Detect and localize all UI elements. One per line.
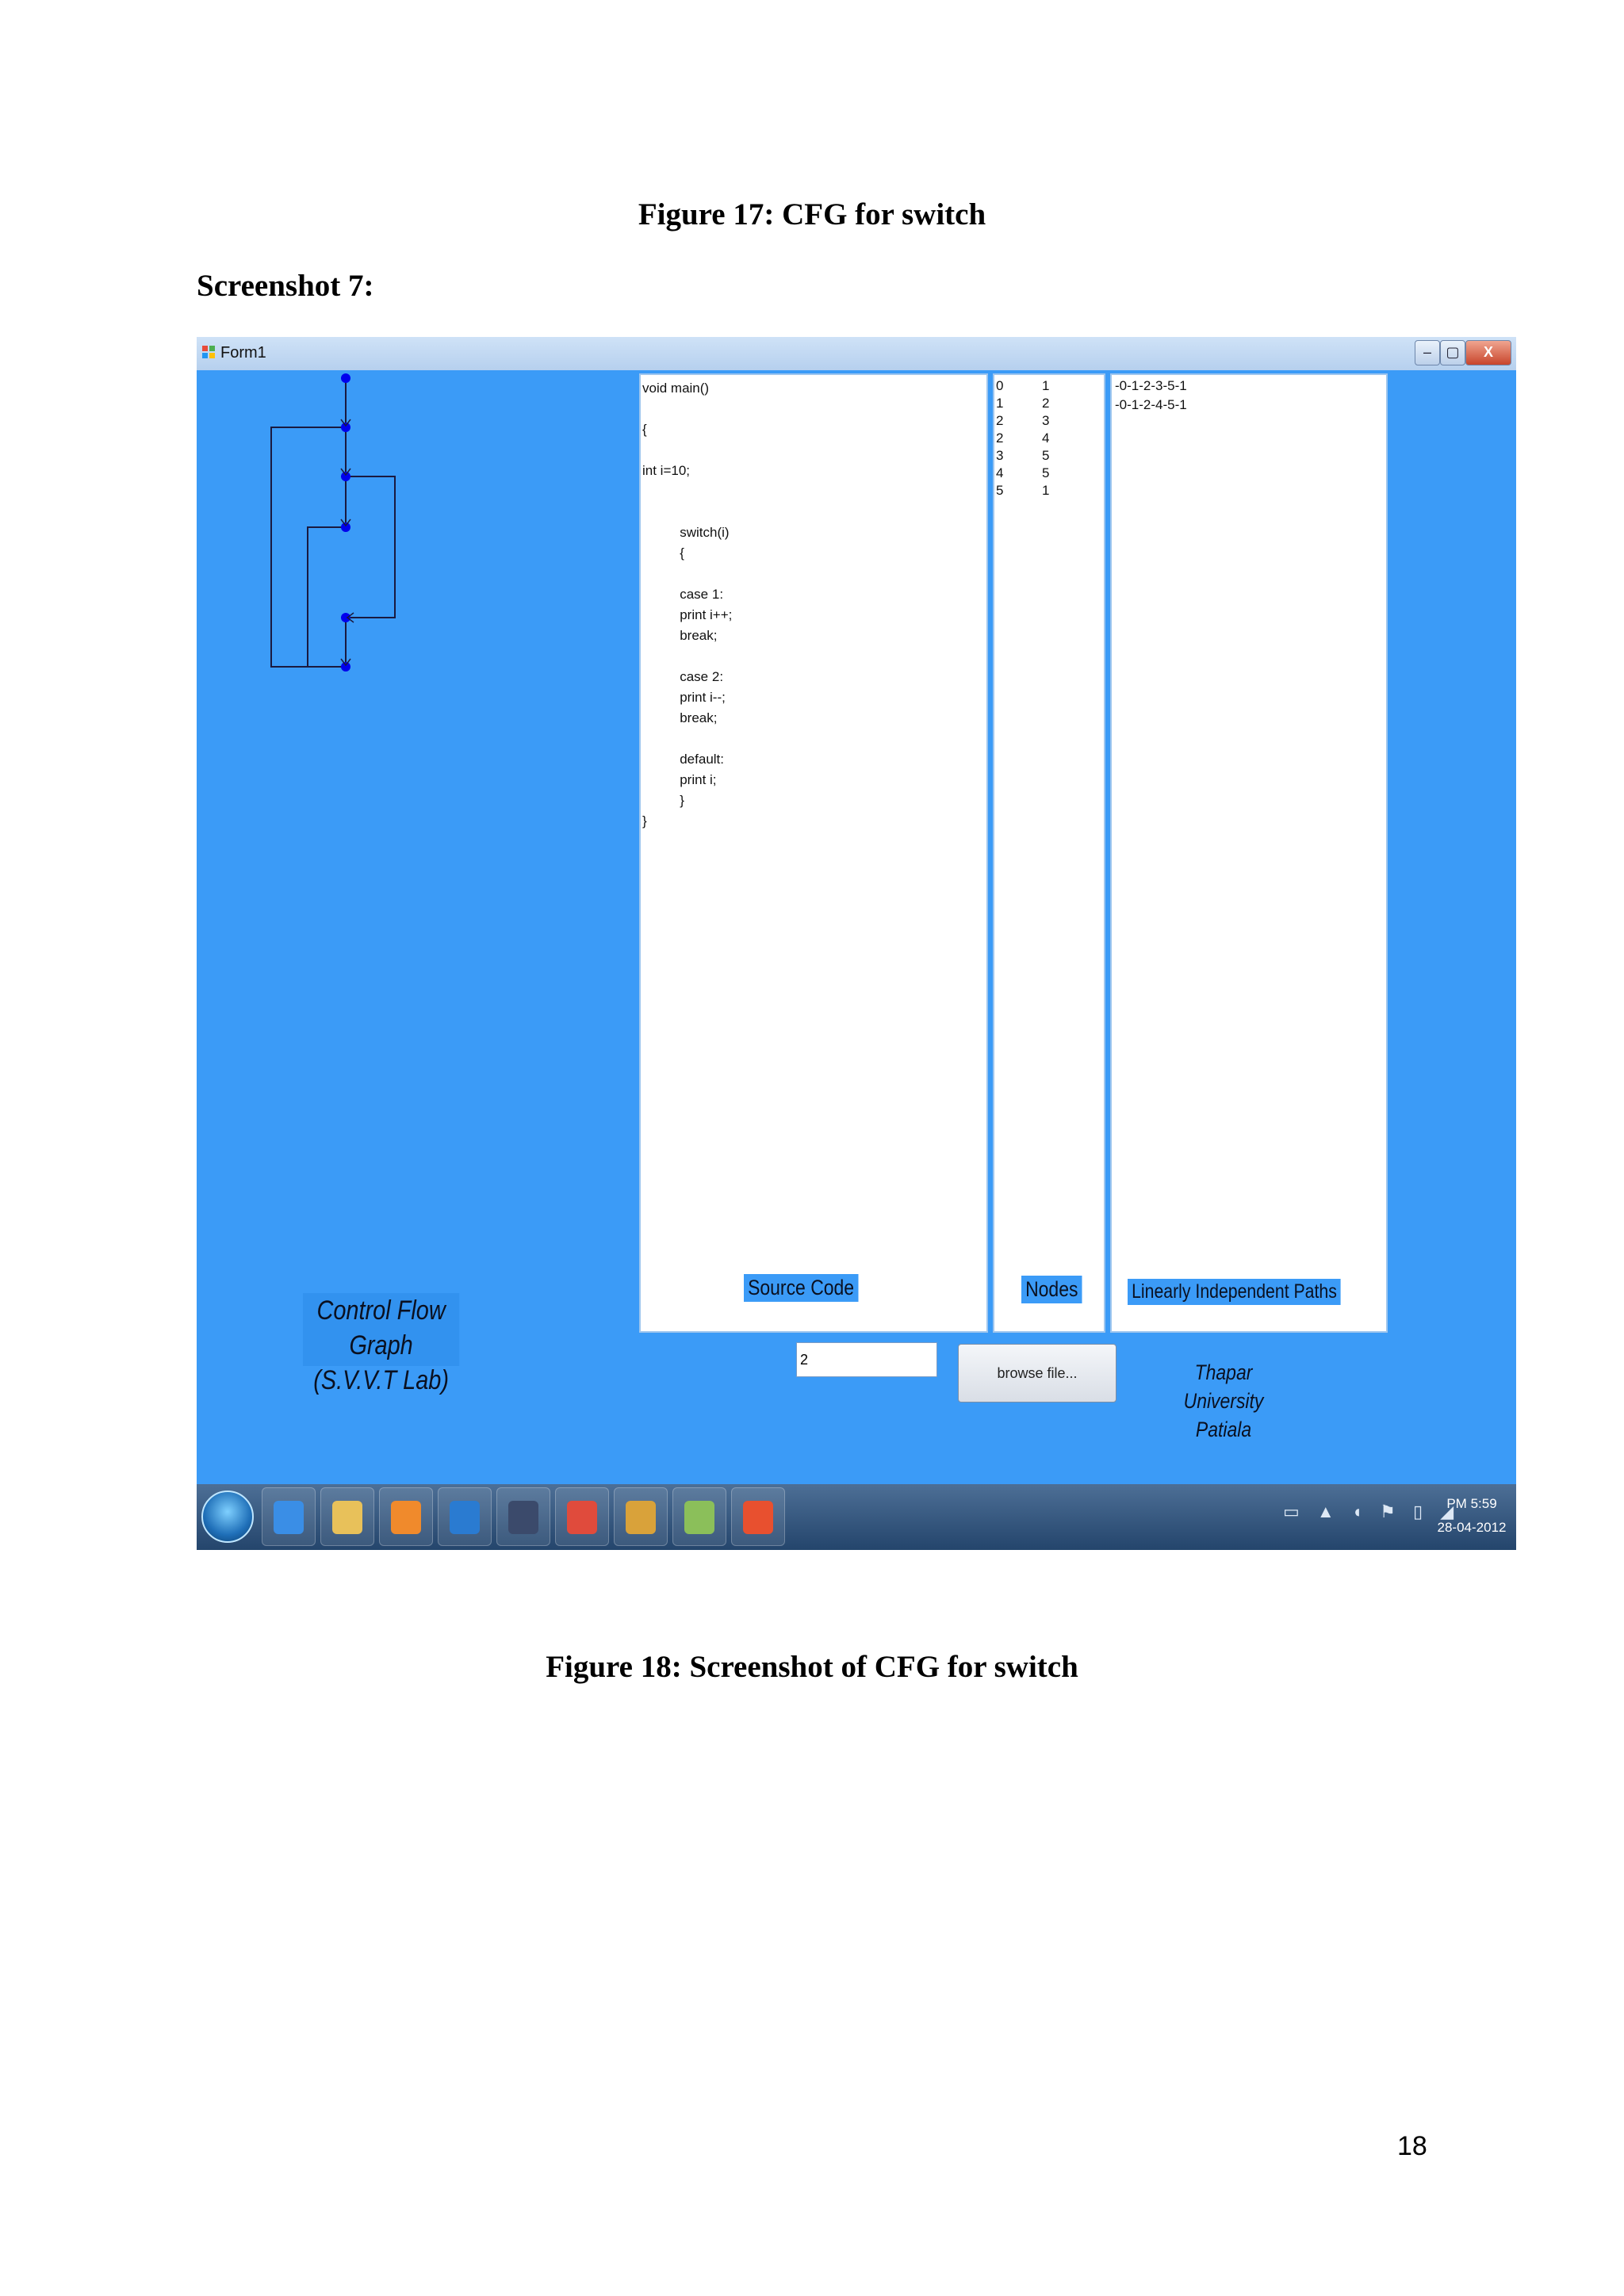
start-button[interactable] xyxy=(201,1490,254,1543)
window-titlebar[interactable]: Form1 – ▢ X xyxy=(197,337,1516,371)
maximize-button[interactable]: ▢ xyxy=(1440,340,1465,365)
dell-icon[interactable] xyxy=(438,1487,492,1546)
form-client-area: void main() { int i=10; switch(i) { case… xyxy=(197,370,1516,1484)
nodes-box[interactable]: 0 1 1 2 2 3 2 4 3 5 4 5 5 1 xyxy=(993,373,1105,1333)
minimize-button[interactable]: – xyxy=(1415,340,1440,365)
system-clock[interactable]: PM 5:59 28-04-2012 xyxy=(1434,1492,1510,1540)
figure18-caption: Figure 18: Screenshot of CFG for switch xyxy=(546,1650,1078,1684)
cfg-title-label: Control Flow Graph (S.V.V.T Lab) xyxy=(303,1293,460,1395)
nodes-label: Nodes xyxy=(1021,1276,1082,1303)
chrome-icon[interactable] xyxy=(555,1487,609,1546)
path-item: -0-1-2-4-5-1 xyxy=(1115,397,1187,412)
taskbar-app-glyph xyxy=(508,1501,538,1534)
clock-time: PM 5:59 xyxy=(1446,1496,1497,1511)
taskbar-app-glyph xyxy=(450,1501,480,1534)
figure17-caption: Figure 17: CFG for switch xyxy=(638,197,986,232)
edge-from: 4 xyxy=(996,465,1004,480)
clock-date: 28-04-2012 xyxy=(1437,1520,1507,1535)
edge-to: 1 xyxy=(1042,378,1050,393)
browse-file-button[interactable]: browse file... xyxy=(958,1344,1116,1402)
taskbar-app-glyph xyxy=(626,1501,656,1534)
university-line2: Patiala xyxy=(1195,1418,1252,1441)
cfg-title-line2: (S.V.V.T Lab) xyxy=(313,1365,449,1395)
edge-from: 1 xyxy=(996,396,1004,411)
edge-to: 3 xyxy=(1042,413,1050,428)
paths-label: Linearly Independent Paths xyxy=(1128,1279,1341,1305)
path-item: -0-1-2-3-5-1 xyxy=(1115,378,1187,393)
edge-from: 2 xyxy=(996,413,1004,428)
control-flow-graph xyxy=(270,373,396,672)
cfg-title-line1: Control Flow Graph xyxy=(316,1295,446,1360)
edge-to: 4 xyxy=(1042,430,1050,446)
media-player-icon[interactable] xyxy=(379,1487,433,1546)
paint-app-icon[interactable] xyxy=(614,1487,668,1546)
taskbar-app-glyph xyxy=(274,1501,304,1534)
taskbar-app-glyph xyxy=(391,1501,421,1534)
source-code-label: Source Code xyxy=(744,1274,859,1302)
close-button[interactable]: X xyxy=(1465,340,1511,365)
page-number: 18 xyxy=(1397,2131,1427,2161)
cfg-node-3 xyxy=(341,522,350,532)
edge-from: 2 xyxy=(996,430,1004,446)
edge-from: 3 xyxy=(996,448,1004,463)
taskbar: ▭ ▲ ◖ ⚑ ▯ ◢ PM 5:59 28-04-2012 xyxy=(197,1484,1516,1550)
application-screenshot: Form1 – ▢ X void main() {int i=10; swit… xyxy=(197,337,1516,1550)
cfg-node-4 xyxy=(341,613,350,622)
source-code-text: void main() { int i=10; switch(i) { case… xyxy=(642,381,733,828)
cfg-edge-3-5 xyxy=(307,526,346,668)
file-explorer-icon[interactable] xyxy=(320,1487,374,1546)
form-app-icon xyxy=(202,346,215,358)
taskbar-app-glyph xyxy=(743,1501,773,1534)
edge-from: 5 xyxy=(996,483,1004,498)
window-title: Form1 xyxy=(220,344,266,362)
cfg-node-0 xyxy=(341,373,350,383)
taskbar-app-glyph xyxy=(332,1501,362,1534)
edge-to: 1 xyxy=(1042,483,1050,498)
taskbar-app-glyph xyxy=(684,1501,714,1534)
cfg-node-5 xyxy=(341,662,350,672)
university-label: Thapar University Patiala xyxy=(1156,1358,1291,1444)
internet-explorer-icon[interactable] xyxy=(262,1487,316,1546)
cfg-node-1 xyxy=(341,423,350,432)
university-line1: Thapar University xyxy=(1183,1360,1264,1413)
edge-to: 5 xyxy=(1042,448,1050,463)
taskbar-app-glyph xyxy=(567,1501,597,1534)
edge-to: 2 xyxy=(1042,396,1050,411)
paths-box[interactable]: -0-1-2-3-5-1 -0-1-2-4-5-1 xyxy=(1110,373,1388,1333)
edge-from: 0 xyxy=(996,378,1004,393)
paintbrush-icon[interactable] xyxy=(672,1487,726,1546)
windows-flag-icon[interactable] xyxy=(731,1487,785,1546)
source-code-box[interactable]: void main() { int i=10; switch(i) { case… xyxy=(639,373,988,1333)
node-count-input[interactable] xyxy=(796,1342,937,1377)
cfg-edge-2-4 xyxy=(346,476,396,618)
cfg-node-2 xyxy=(341,472,350,481)
edge-to: 5 xyxy=(1042,465,1050,480)
terminal-icon[interactable] xyxy=(496,1487,550,1546)
screenshot-label: Screenshot 7: xyxy=(197,269,374,303)
